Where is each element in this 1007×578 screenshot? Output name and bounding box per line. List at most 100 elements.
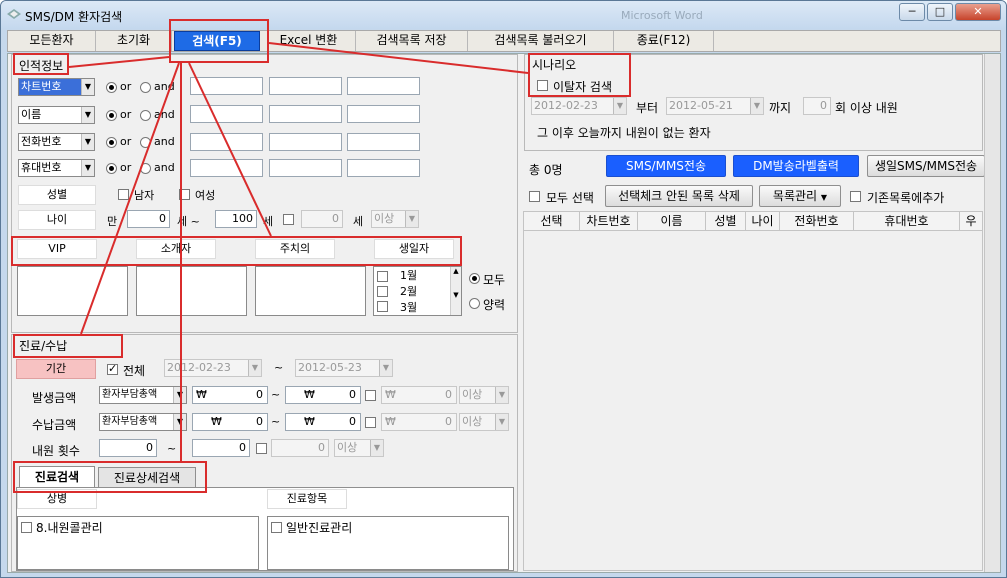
menu-search[interactable]: 검색(F5) <box>174 31 260 51</box>
age-extra-input[interactable]: 0 <box>301 210 343 228</box>
visit-extra-input[interactable]: 0 <box>271 439 329 457</box>
visit-extra-checkbox[interactable] <box>256 443 267 454</box>
month-scrollbar[interactable]: ▲ ▼ <box>450 267 461 315</box>
value-input-2a[interactable] <box>190 105 263 123</box>
female-checkbox[interactable] <box>179 189 190 200</box>
menu-all-patients[interactable]: 모든환자 <box>8 31 96 51</box>
treatment-item-list[interactable]: 일반진료관리 <box>267 516 509 570</box>
month-list[interactable]: 1월 2월 3월 ▲ ▼ <box>373 266 462 316</box>
all-radio[interactable] <box>469 273 480 284</box>
col-phone[interactable]: 전화번호 <box>780 212 854 230</box>
pay-from-input[interactable]: ₩0 <box>192 413 268 431</box>
treatment-item-checkbox[interactable] <box>271 522 282 533</box>
month1-checkbox[interactable] <box>377 271 388 282</box>
menu-excel[interactable]: Excel 변환 <box>262 31 356 51</box>
vip-list[interactable] <box>17 266 128 316</box>
visit-over-select[interactable]: 이상 ▼ <box>334 439 384 457</box>
age-over-select[interactable]: 이상 ▼ <box>371 210 419 228</box>
issue-extra-input[interactable]: ₩0 <box>381 386 457 404</box>
close-button[interactable]: ✕ <box>955 3 1001 21</box>
issue-from-input[interactable]: ₩0 <box>192 386 268 404</box>
and-label: and <box>154 80 175 93</box>
col-name[interactable]: 이름 <box>638 212 706 230</box>
select-all-checkbox[interactable] <box>529 191 540 202</box>
add-existing-checkbox[interactable] <box>850 191 861 202</box>
age-from-input[interactable]: 0 <box>127 210 170 228</box>
pay-over-select[interactable]: 이상 ▼ <box>459 413 509 431</box>
and-radio-2[interactable] <box>140 110 151 121</box>
results-grid-body[interactable] <box>523 231 983 571</box>
visit-times-input[interactable]: 0 <box>803 97 831 115</box>
field-select-chart[interactable]: 차트번호 ▼ <box>18 78 95 96</box>
col-gender[interactable]: 성별 <box>706 212 746 230</box>
month3-checkbox[interactable] <box>377 301 388 312</box>
introducer-list[interactable] <box>136 266 247 316</box>
field-select-phone[interactable]: 전화번호 ▼ <box>18 133 95 151</box>
visit-to-input[interactable]: 0 <box>192 439 250 457</box>
value-input-1a[interactable] <box>190 77 263 95</box>
value-input-1b[interactable] <box>269 77 342 95</box>
col-mobile[interactable]: 휴대번호 <box>854 212 960 230</box>
value-input-1c[interactable] <box>347 77 420 95</box>
month2-checkbox[interactable] <box>377 286 388 297</box>
col-age[interactable]: 나이 <box>746 212 780 230</box>
dm-label-button[interactable]: DM발송라벨출력 <box>733 155 859 177</box>
pay-extra-checkbox[interactable] <box>365 417 376 428</box>
issue-over-select[interactable]: 이상 ▼ <box>459 386 509 404</box>
scenario-to-date[interactable]: 2012-05-21 ▼ <box>666 97 764 115</box>
value-input-4b[interactable] <box>269 159 342 177</box>
value-input-4a[interactable] <box>190 159 263 177</box>
col-chart-no[interactable]: 차트번호 <box>580 212 638 230</box>
delete-unchecked-button[interactable]: 선택체크 안된 목록 삭제 <box>605 185 753 207</box>
doctor-list[interactable] <box>255 266 366 316</box>
minimize-button[interactable]: ─ <box>899 3 925 21</box>
age-extra-checkbox[interactable] <box>283 214 294 225</box>
value-input-3b[interactable] <box>269 133 342 151</box>
lunar-radio[interactable] <box>469 298 480 309</box>
pay-type-select[interactable]: 환자부담총액 ▼ <box>99 413 187 431</box>
dropout-checkbox[interactable] <box>537 80 548 91</box>
field-select-mobile[interactable]: 휴대번호 ▼ <box>18 159 95 177</box>
value-input-4c[interactable] <box>347 159 420 177</box>
value-input-2c[interactable] <box>347 105 420 123</box>
or-radio-3[interactable] <box>106 137 117 148</box>
list-manage-button[interactable]: 목록관리 ▼ <box>759 185 841 207</box>
disease-list[interactable]: 8.내원콜관리 <box>17 516 259 570</box>
pay-to-input[interactable]: ₩0 <box>285 413 361 431</box>
visit-from-input[interactable]: 0 <box>99 439 157 457</box>
age-se-label: 세 ~ <box>177 215 200 228</box>
field-select-name[interactable]: 이름 ▼ <box>18 106 95 124</box>
or-radio-1[interactable] <box>106 82 117 93</box>
and-radio-4[interactable] <box>140 163 151 174</box>
pay-extra-input[interactable]: ₩0 <box>381 413 457 431</box>
issue-to-input[interactable]: ₩0 <box>285 386 361 404</box>
scenario-from-date[interactable]: 2012-02-23 ▼ <box>531 97 627 115</box>
disease-item-checkbox[interactable] <box>21 522 32 533</box>
tab-treatment-detail[interactable]: 진료상세검색 <box>98 467 196 489</box>
value-input-3a[interactable] <box>190 133 263 151</box>
period-all-checkbox[interactable] <box>107 362 118 375</box>
period-to-date[interactable]: 2012-05-23 ▼ <box>295 359 393 377</box>
or-radio-2[interactable] <box>106 110 117 121</box>
menu-load-list[interactable]: 검색목록 불러오기 <box>468 31 614 51</box>
menu-save-list[interactable]: 검색목록 저장 <box>356 31 468 51</box>
value-input-3c[interactable] <box>347 133 420 151</box>
sms-send-button[interactable]: SMS/MMS전송 <box>606 155 726 177</box>
value-input-2b[interactable] <box>269 105 342 123</box>
birthday-sms-button[interactable]: 생일SMS/MMS전송 <box>867 155 985 177</box>
maximize-button[interactable]: □ <box>927 3 953 21</box>
issue-type-select[interactable]: 환자부담총액 ▼ <box>99 386 187 404</box>
period-from-date[interactable]: 2012-02-23 ▼ <box>164 359 262 377</box>
and-radio-1[interactable] <box>140 82 151 93</box>
col-more[interactable]: 우 <box>960 212 982 230</box>
right-scrollbar[interactable] <box>984 54 1000 572</box>
issue-extra-checkbox[interactable] <box>365 390 376 401</box>
or-radio-4[interactable] <box>106 163 117 174</box>
menu-exit[interactable]: 종료(F12) <box>614 31 714 51</box>
tab-treatment-search[interactable]: 진료검색 <box>19 466 95 488</box>
and-radio-3[interactable] <box>140 137 151 148</box>
age-to-input[interactable]: 100 <box>215 210 257 228</box>
male-checkbox[interactable] <box>118 189 129 200</box>
col-select[interactable]: 선택 <box>524 212 580 230</box>
menu-reset[interactable]: 초기화 <box>96 31 172 51</box>
